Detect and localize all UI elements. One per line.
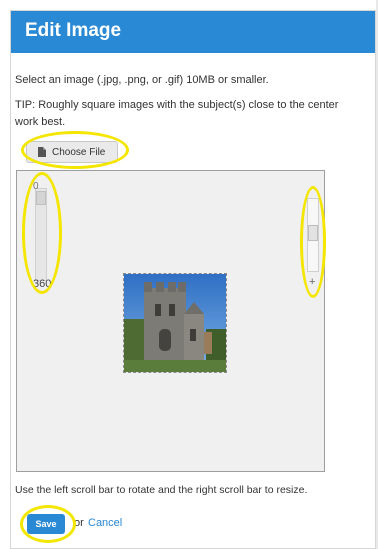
rotate-slider-thumb[interactable] xyxy=(36,191,46,205)
resize-slider-thumb[interactable] xyxy=(308,225,318,241)
choose-file-label: Choose File xyxy=(52,147,106,158)
or-text: or xyxy=(74,517,84,529)
rotate-min-label: 0 xyxy=(33,181,39,192)
tip-text-line2: work best. xyxy=(15,116,66,128)
instruction-text: Select an image (.jpg, .png, or .gif) 10… xyxy=(15,74,269,86)
dialog-title: Edit Image xyxy=(25,20,122,41)
file-icon xyxy=(38,147,46,157)
save-button[interactable]: Save xyxy=(27,514,65,534)
dialog-header: Edit Image xyxy=(11,11,375,53)
church-photo xyxy=(124,274,226,372)
rotate-max-label: 360 xyxy=(33,278,52,290)
tip-text-line1: TIP: Roughly square images with the subj… xyxy=(15,99,339,111)
church-photo-preview[interactable] xyxy=(123,273,227,373)
editor-help-text: Use the left scroll bar to rotate and th… xyxy=(15,484,308,496)
resize-slider[interactable] xyxy=(307,198,319,272)
rotate-slider[interactable] xyxy=(35,188,47,281)
resize-plus-label: + xyxy=(309,276,316,288)
cancel-link[interactable]: Cancel xyxy=(88,517,122,529)
choose-file-button[interactable]: Choose File xyxy=(26,141,118,163)
